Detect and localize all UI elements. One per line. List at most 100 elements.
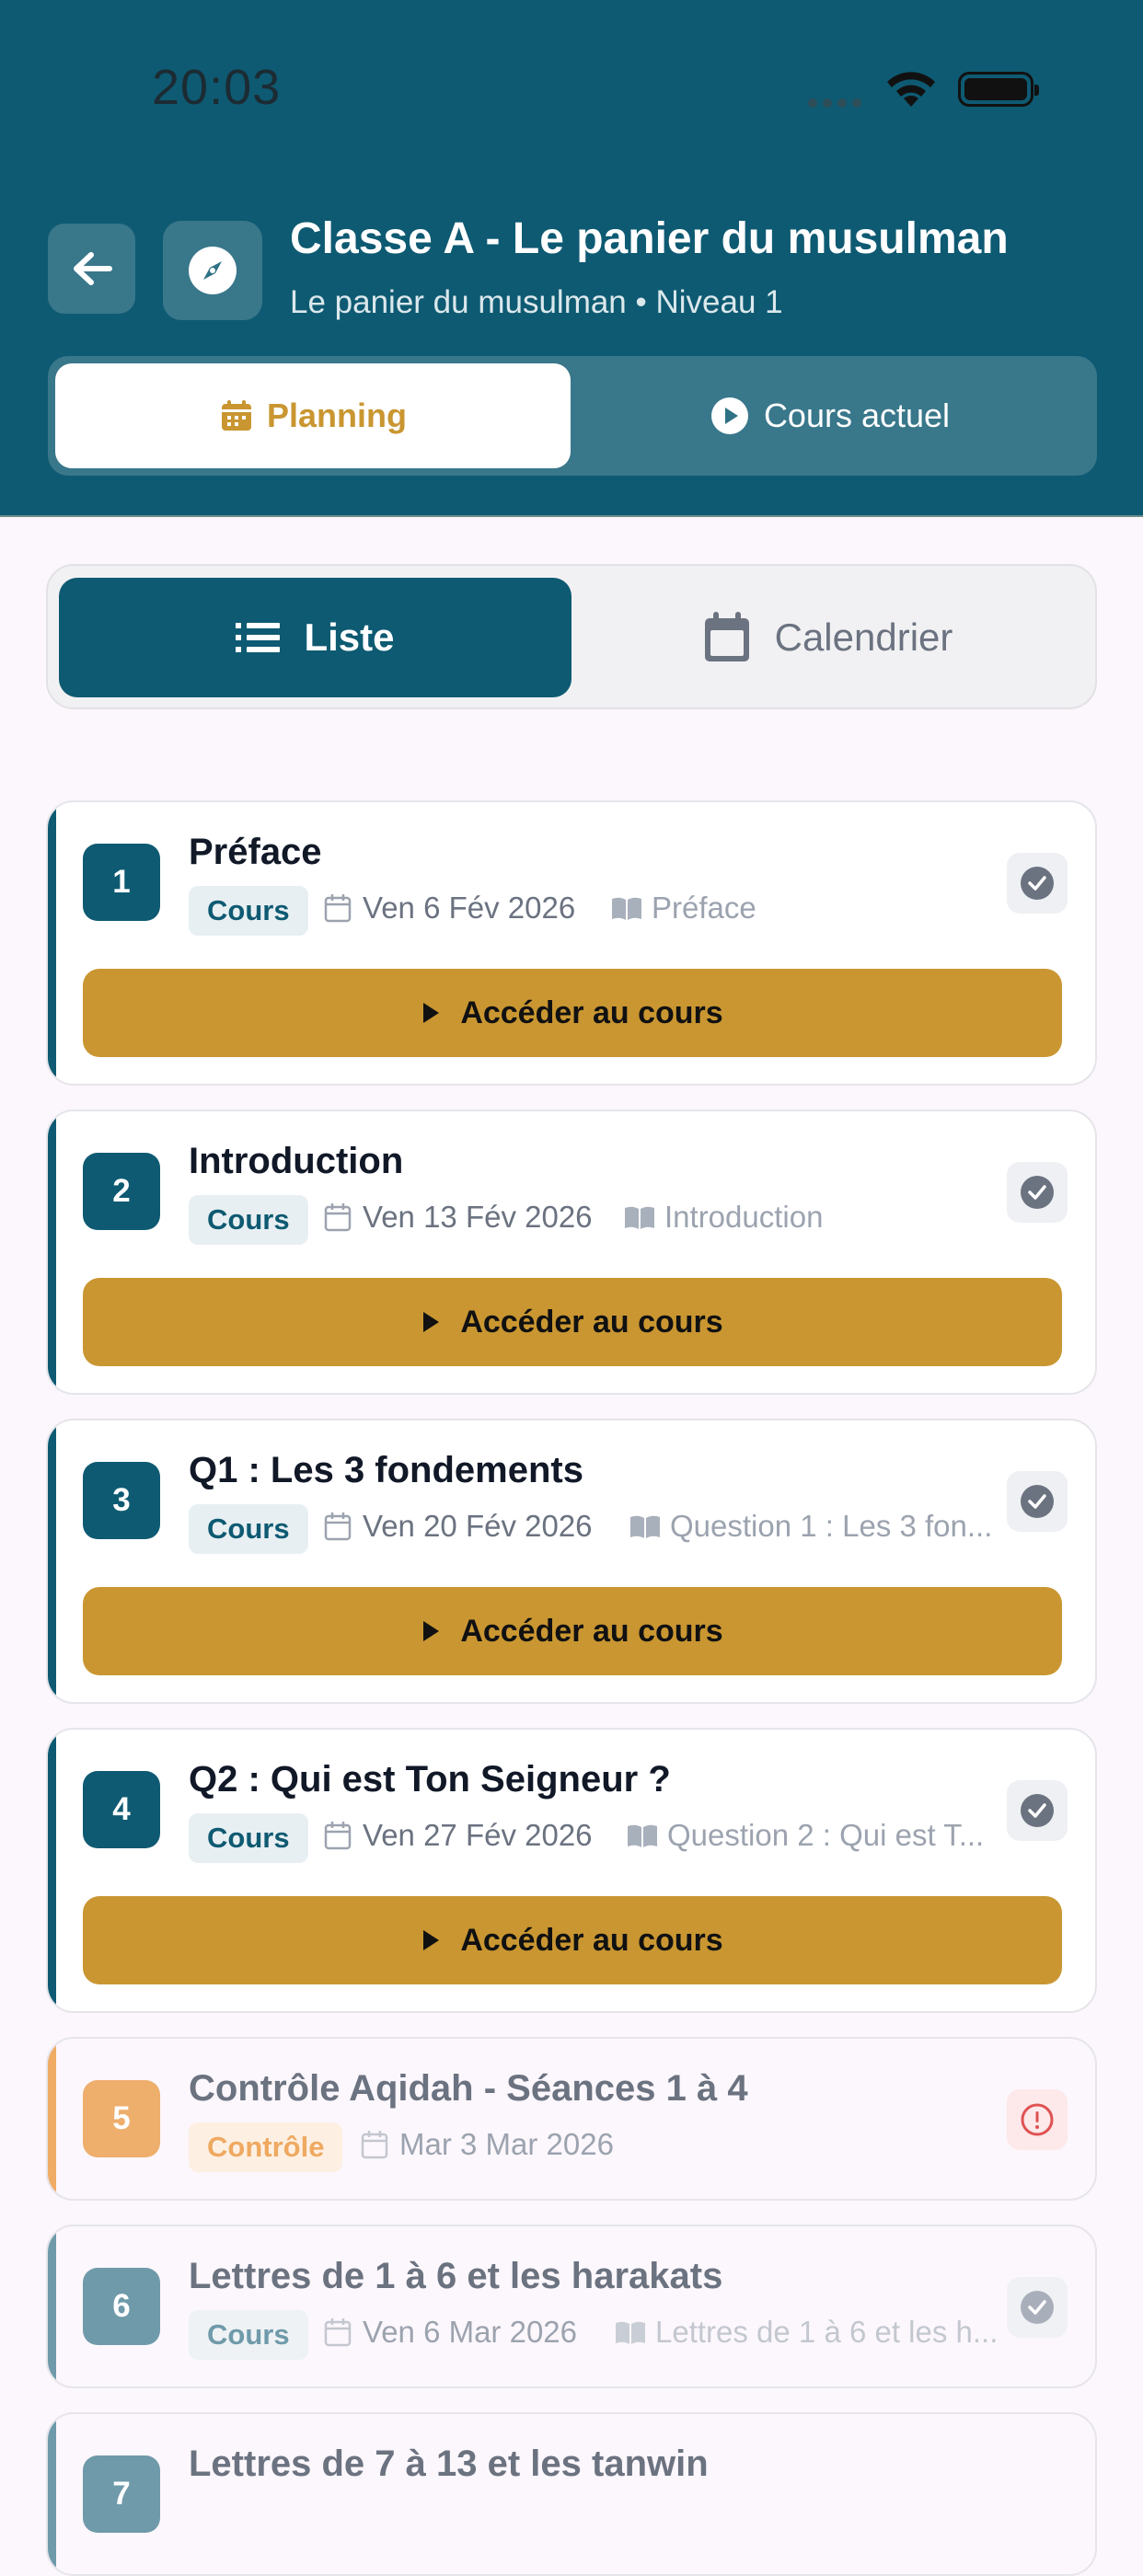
session-reference: Question 1 : Les 3 fon... [629,1509,1007,1544]
calendar-outline-icon [324,1822,352,1850]
session-reference-text: Introduction [664,1200,824,1234]
check-circle-icon [1021,1176,1054,1209]
check-circle-icon [1021,1485,1054,1518]
session-card[interactable]: 5 Contrôle Aqidah - Séances 1 à 4 Contrô… [46,2037,1097,2201]
compass-icon [189,247,237,294]
page-title: Classe A - Le panier du musulman [290,214,1009,263]
play-icon [423,1621,440,1641]
session-reference: Préface [611,891,998,926]
tab-planning[interactable]: Planning [55,363,571,468]
session-number: 1 [83,844,160,921]
play-circle-icon [710,397,748,434]
open-course-label: Accéder au cours [460,1304,723,1340]
status-done-indicator [1007,1162,1068,1223]
session-reference: Question 2 : Qui est T... [627,1818,1007,1853]
tab-current-course[interactable]: Cours actuel [571,363,1090,468]
session-number: 5 [83,2080,160,2157]
calendar-outline-icon [324,1203,352,1232]
status-done-indicator [1007,1780,1068,1841]
session-title: Préface [189,832,322,872]
session-reference: Lettres de 1 à 6 et les h... [615,2315,1010,2350]
calendar-view-button[interactable]: Calendrier [572,578,1084,697]
session-card[interactable]: 6 Lettres de 1 à 6 et les harakats Cours… [46,2225,1097,2388]
calendar-outline-icon [361,2131,388,2159]
play-icon [423,1312,440,1332]
book-icon [616,2321,645,2344]
book-icon [630,1515,660,1538]
view-toggle: Liste Calendrier [46,564,1097,709]
session-reference-text: Question 2 : Qui est T... [667,1818,985,1852]
class-icon-badge [163,221,262,320]
session-type-badge: Contrôle [189,2122,343,2172]
session-number: 4 [83,1771,160,1848]
open-course-button[interactable]: Accéder au cours [83,1896,1062,1984]
session-card[interactable]: 4 Q2 : Qui est Ton Seigneur ? Cours Ven … [46,1728,1097,2013]
session-title: Introduction [189,1141,404,1181]
session-date: Ven 20 Fév 2026 [324,1509,593,1544]
book-icon [625,1206,654,1229]
session-date: Mar 3 Mar 2026 [361,2127,614,2162]
tab-current-course-label: Cours actuel [763,397,951,434]
open-course-label: Accéder au cours [460,1922,723,1958]
session-number: 6 [83,2268,160,2345]
play-icon [423,1930,440,1950]
status-done-indicator [1007,853,1068,914]
session-type-badge: Cours [189,1813,308,1863]
session-date-text: Mar 3 Mar 2026 [399,2127,614,2161]
calendar-outline-icon [324,894,352,923]
list-icon [236,623,281,652]
arrow-left-icon [73,252,112,285]
list-view-button[interactable]: Liste [59,578,572,697]
book-icon [628,1824,657,1847]
session-title: Q2 : Qui est Ton Seigneur ? [189,1759,671,1800]
session-title: Lettres de 7 à 13 et les tanwin [189,2444,709,2484]
status-alert-indicator [1007,2089,1068,2150]
session-card[interactable]: 2 Introduction Cours Ven 13 Fév 2026 Int… [46,1110,1097,1395]
session-card[interactable]: 7 Lettres de 7 à 13 et les tanwin [46,2412,1097,2576]
session-type-badge: Cours [189,1504,308,1554]
session-card[interactable]: 3 Q1 : Les 3 fondements Cours Ven 20 Fév… [46,1419,1097,1704]
session-title: Contrôle Aqidah - Séances 1 à 4 [189,2068,748,2109]
calendar-outline-icon [324,1512,352,1541]
session-type-badge: Cours [189,1195,308,1245]
status-done-indicator [1007,1471,1068,1532]
check-circle-icon [1021,867,1054,900]
play-icon [423,1003,440,1023]
session-title: Q1 : Les 3 fondements [189,1450,583,1490]
session-date: Ven 6 Mar 2026 [324,2315,577,2350]
header-tabs: Planning Cours actuel [48,356,1097,476]
session-date: Ven 27 Fév 2026 [324,1818,593,1853]
session-number: 7 [83,2455,160,2533]
back-button[interactable] [48,224,135,314]
calendar-view-label: Calendrier [774,615,953,659]
alert-circle-icon [1021,2103,1054,2136]
session-card[interactable]: 1 Préface Cours Ven 6 Fév 2026 Préface A… [46,800,1097,1086]
open-course-button[interactable]: Accéder au cours [83,969,1062,1057]
session-reference-text: Lettres de 1 à 6 et les h... [655,2315,999,2349]
app-header: 20:03 Classe A - Le panier du musulman L… [0,0,1143,517]
wifi-icon [887,72,935,107]
open-course-button[interactable]: Accéder au cours [83,1278,1062,1366]
check-circle-icon [1021,1794,1054,1827]
open-course-button[interactable]: Accéder au cours [83,1587,1062,1675]
session-date: Ven 6 Fév 2026 [324,891,575,926]
session-date-text: Ven 6 Mar 2026 [363,2315,577,2349]
status-time: 20:03 [152,60,282,115]
session-date-text: Ven 13 Fév 2026 [363,1200,593,1234]
session-reference-text: Préface [652,891,756,925]
calendar-outline-icon [324,2318,352,2347]
page-subtitle: Le panier du musulman • Niveau 1 [290,284,783,320]
session-reference-text: Question 1 : Les 3 fon... [670,1509,993,1543]
open-course-label: Accéder au cours [460,1613,723,1649]
session-date-text: Ven 6 Fév 2026 [363,891,576,925]
status-done-indicator [1007,2277,1068,2338]
list-view-label: Liste [304,615,395,659]
session-reference: Introduction [624,1200,1010,1235]
check-circle-icon [1021,2291,1054,2324]
session-type-badge: Cours [189,886,308,936]
session-number: 3 [83,1462,160,1539]
session-number: 2 [83,1153,160,1230]
session-date: Ven 13 Fév 2026 [324,1200,593,1235]
calendar-icon [704,612,749,661]
book-icon [612,897,641,920]
